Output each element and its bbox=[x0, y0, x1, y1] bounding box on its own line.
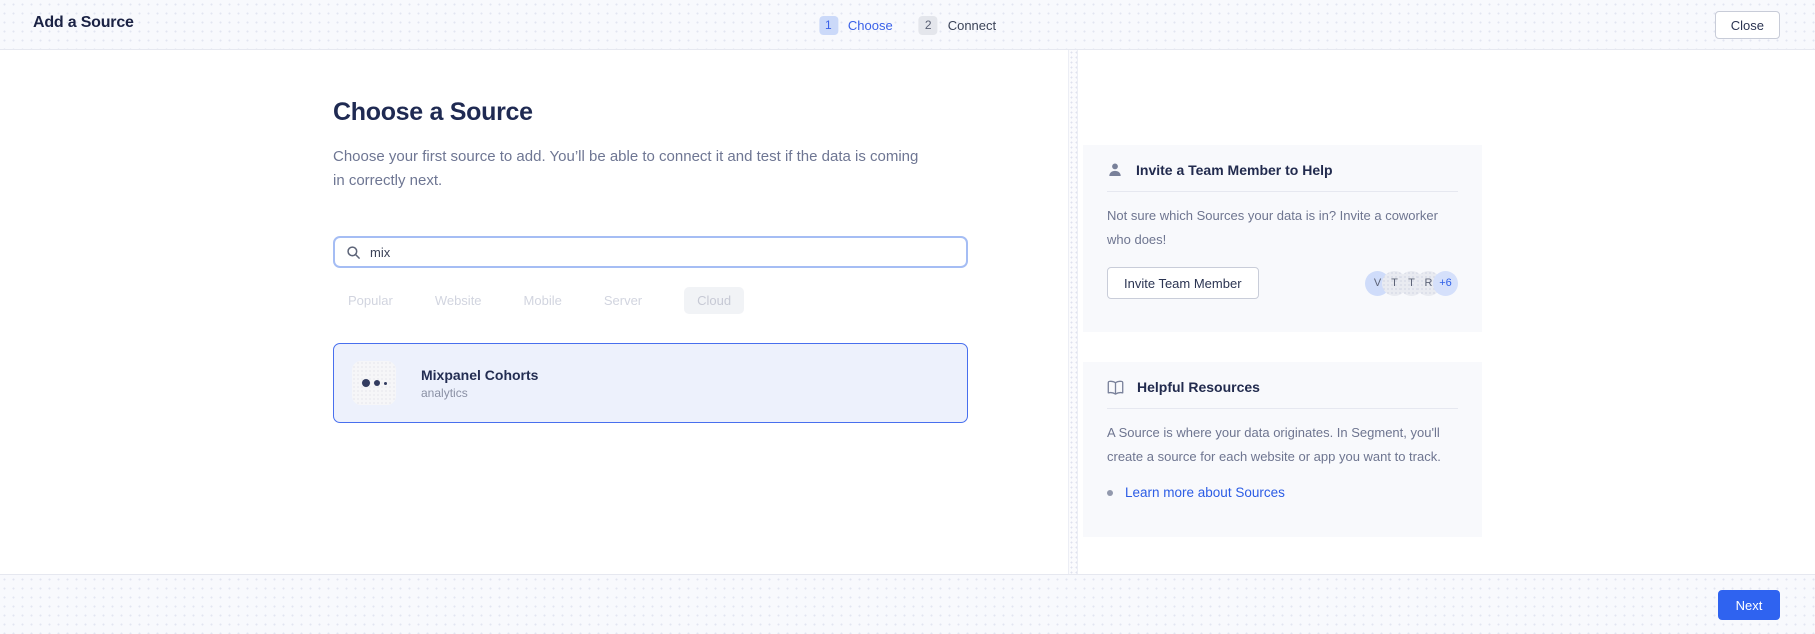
page-heading: Choose a Source bbox=[333, 98, 533, 127]
tab-popular[interactable]: Popular bbox=[348, 293, 393, 308]
source-card-text: Mixpanel Cohorts analytics bbox=[421, 367, 538, 400]
page-description: Choose your first source to add. You’ll … bbox=[333, 145, 933, 193]
stepper: 1 Choose 2 Connect bbox=[819, 0, 996, 50]
search-input[interactable] bbox=[370, 245, 955, 260]
close-button[interactable]: Close bbox=[1715, 11, 1780, 39]
page-title: Add a Source bbox=[33, 14, 134, 32]
invite-team-member-button[interactable]: Invite Team Member bbox=[1107, 267, 1259, 299]
mixpanel-logo-icon bbox=[352, 361, 396, 405]
avatar-more-count: +6 bbox=[1433, 271, 1458, 296]
invite-row: Invite Team Member V T T R +6 bbox=[1107, 267, 1458, 299]
tab-mobile[interactable]: Mobile bbox=[524, 293, 562, 308]
resources-card-title: Helpful Resources bbox=[1137, 379, 1260, 395]
step-2-number: 2 bbox=[919, 16, 938, 35]
tab-server[interactable]: Server bbox=[604, 293, 642, 308]
footer: Next bbox=[0, 574, 1815, 634]
invite-card-title: Invite a Team Member to Help bbox=[1136, 162, 1333, 178]
category-tabs: Popular Website Mobile Server Cloud bbox=[348, 287, 744, 314]
choose-source-panel: Choose a Source Choose your first source… bbox=[333, 50, 968, 574]
tab-cloud[interactable]: Cloud bbox=[684, 287, 744, 314]
next-button[interactable]: Next bbox=[1718, 590, 1780, 620]
invite-card-header: Invite a Team Member to Help bbox=[1107, 145, 1458, 192]
step-1-label: Choose bbox=[848, 18, 893, 33]
source-name: Mixpanel Cohorts bbox=[421, 367, 538, 383]
person-icon bbox=[1107, 162, 1123, 178]
search-icon bbox=[346, 245, 361, 260]
resources-card-header: Helpful Resources bbox=[1107, 362, 1458, 409]
step-choose[interactable]: 1 Choose bbox=[819, 16, 893, 35]
resources-link-list: Learn more about Sources bbox=[1107, 485, 1458, 500]
learn-more-sources-link[interactable]: Learn more about Sources bbox=[1125, 485, 1285, 500]
step-connect[interactable]: 2 Connect bbox=[919, 16, 996, 35]
source-card-mixpanel-cohorts[interactable]: Mixpanel Cohorts analytics bbox=[333, 343, 968, 423]
invite-card-body: Not sure which Sources your data is in? … bbox=[1107, 204, 1458, 252]
step-2-label: Connect bbox=[948, 18, 996, 33]
resources-card-body: A Source is where your data originates. … bbox=[1107, 421, 1458, 469]
avatar-stack: V T T R +6 bbox=[1365, 271, 1458, 296]
step-1-number: 1 bbox=[819, 16, 838, 35]
book-icon bbox=[1107, 380, 1124, 395]
header: Add a Source 1 Choose 2 Connect Close bbox=[0, 0, 1815, 50]
add-source-page: Add a Source 1 Choose 2 Connect Close Ch… bbox=[0, 0, 1815, 634]
bullet-icon bbox=[1107, 490, 1113, 496]
search-box[interactable] bbox=[333, 236, 968, 268]
invite-card: Invite a Team Member to Help Not sure wh… bbox=[1083, 145, 1482, 332]
vertical-divider bbox=[1068, 50, 1078, 574]
resources-card: Helpful Resources A Source is where your… bbox=[1083, 362, 1482, 537]
source-category: analytics bbox=[421, 386, 538, 400]
main-content: Choose a Source Choose your first source… bbox=[0, 50, 1815, 574]
list-item: Learn more about Sources bbox=[1107, 485, 1458, 500]
tab-website[interactable]: Website bbox=[435, 293, 482, 308]
